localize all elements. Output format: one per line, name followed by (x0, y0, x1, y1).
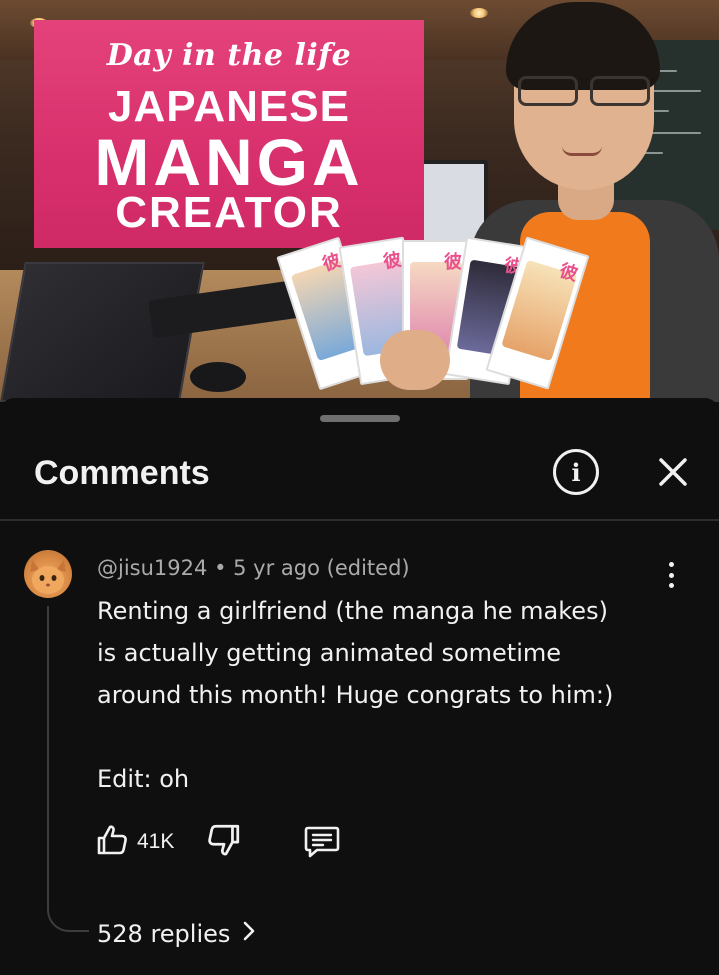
title-line-3: CREATOR (115, 188, 343, 237)
more-vert-icon[interactable] (658, 558, 684, 592)
thumbs-up-icon (95, 823, 129, 861)
computer-mouse (190, 362, 246, 392)
hand (380, 330, 450, 390)
title-card: Day in the life JAPANESE MANGA CREATOR (34, 20, 424, 248)
info-icon[interactable]: i (553, 449, 599, 495)
header-divider (0, 519, 719, 521)
dislike-button[interactable] (206, 822, 246, 862)
comments-screen: Day in the life JAPANESE MANGA CREATOR 彼… (0, 0, 719, 975)
reply-button[interactable] (303, 822, 343, 862)
view-replies-button[interactable]: 528 replies (97, 920, 256, 948)
like-button[interactable]: 41K (95, 822, 174, 862)
comment-time: 5 yr ago (edited) (233, 556, 410, 580)
comments-title: Comments (34, 454, 210, 492)
like-count: 41K (137, 830, 175, 853)
chevron-right-icon (242, 920, 256, 948)
video-thumbnail[interactable]: Day in the life JAPANESE MANGA CREATOR 彼… (0, 0, 719, 402)
avatar[interactable] (24, 550, 72, 598)
comment-text: Renting a girlfriend (the manga he makes… (97, 597, 614, 793)
close-icon[interactable] (650, 449, 696, 495)
comment-meta: @jisu1924 • 5 yr ago (edited) (97, 556, 410, 580)
thread-line (47, 606, 89, 932)
title-script: Day in the life (106, 38, 352, 73)
comment-author[interactable]: @jisu1924 (97, 556, 207, 580)
drag-handle[interactable] (320, 415, 400, 422)
thumbs-down-icon (206, 824, 242, 862)
comments-sheet: Comments i @jisu1924 • 5 yr ago (edited)… (0, 398, 719, 975)
replies-label: 528 replies (97, 920, 231, 948)
comment-icon (303, 826, 341, 864)
meta-separator: • (214, 556, 227, 580)
